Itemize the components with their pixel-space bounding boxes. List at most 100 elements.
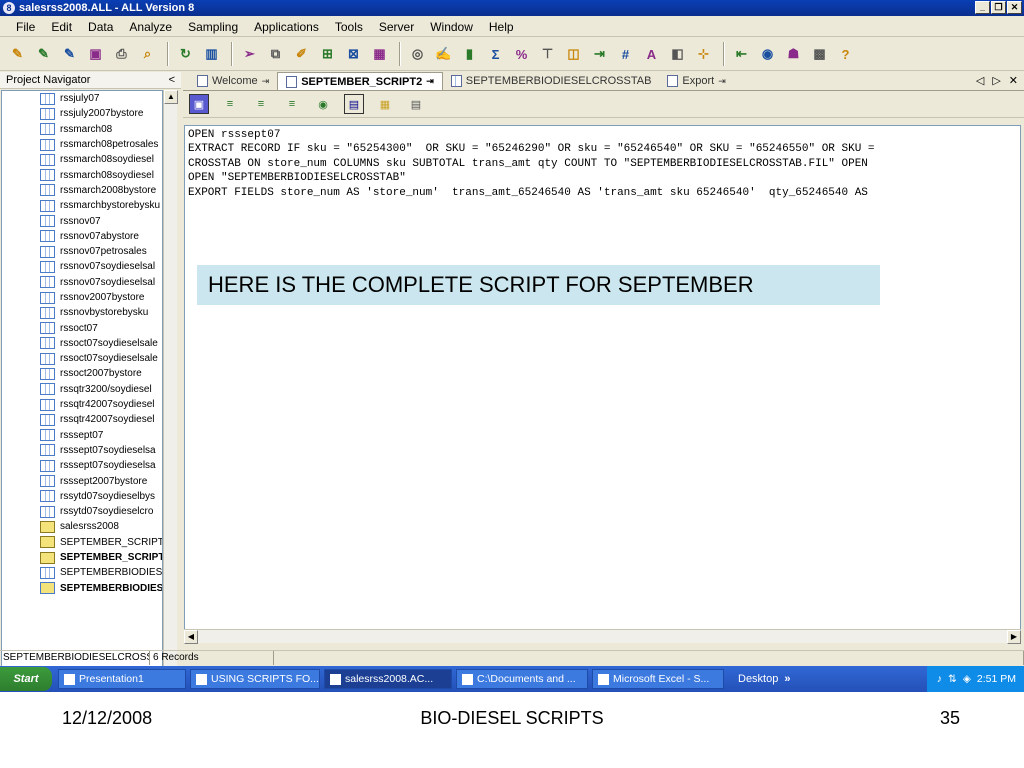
navigator-vertical-scrollbar[interactable]: ▲ ▼ bbox=[163, 90, 178, 680]
clock[interactable]: 2:51 PM bbox=[977, 673, 1016, 685]
save-icon[interactable]: ▣ bbox=[84, 43, 107, 66]
navigator-item[interactable]: rssoct07soydieselsale bbox=[2, 351, 162, 366]
editor-tab[interactable]: SEPTEMBER_SCRIPT2 ⇥ bbox=[277, 72, 443, 90]
percent-icon[interactable]: % bbox=[510, 43, 533, 66]
taskbar-button[interactable]: C:\Documents and ... bbox=[456, 669, 588, 689]
menu-edit[interactable]: Edit bbox=[43, 20, 80, 34]
minimize-button[interactable]: _ bbox=[975, 1, 990, 14]
navigator-item[interactable]: rssmarch08petrosales bbox=[2, 137, 162, 152]
editor-horizontal-scrollbar[interactable]: ◀ ▶ bbox=[184, 629, 1021, 644]
help-icon[interactable]: ? bbox=[834, 43, 857, 66]
letters-icon[interactable]: A bbox=[640, 43, 663, 66]
network-icon[interactable]: ⇅ bbox=[948, 673, 957, 685]
navigator-item[interactable]: rsssept07 bbox=[2, 428, 162, 443]
add-column-icon[interactable]: ⊞ bbox=[316, 43, 339, 66]
taskbar-button[interactable]: Microsoft Excel - S... bbox=[592, 669, 724, 689]
print-icon[interactable]: ⎙ bbox=[110, 43, 133, 66]
navigator-item[interactable]: rssoct07soydieselsale bbox=[2, 336, 162, 351]
insert-script-icon[interactable]: ▦ bbox=[375, 94, 395, 114]
navigator-item[interactable]: rsssept07soydieselsa bbox=[2, 458, 162, 473]
open-script-icon[interactable]: ✎ bbox=[58, 43, 81, 66]
start-button[interactable]: Start bbox=[0, 667, 52, 691]
ocr-icon[interactable]: ◎ bbox=[406, 43, 429, 66]
navigator-item[interactable]: rsssept2007bystore bbox=[2, 473, 162, 488]
menu-tools[interactable]: Tools bbox=[327, 20, 371, 34]
counter-icon[interactable]: ◧ bbox=[666, 43, 689, 66]
taskbar-button[interactable]: Presentation1 bbox=[58, 669, 186, 689]
refresh-icon[interactable]: ↻ bbox=[174, 43, 197, 66]
menu-window[interactable]: Window bbox=[422, 20, 481, 34]
security-icon[interactable]: ◈ bbox=[963, 673, 971, 685]
split-icon[interactable]: ◫ bbox=[562, 43, 585, 66]
navigator-item[interactable]: rssnov07soydieselsal bbox=[2, 259, 162, 274]
tab-next-button[interactable]: ▷ bbox=[992, 74, 1000, 87]
send-icon[interactable]: ➢ bbox=[238, 43, 261, 66]
navigator-collapse-button[interactable]: < bbox=[169, 74, 175, 86]
grid-icon[interactable]: ▦ bbox=[368, 43, 391, 66]
navigator-item[interactable]: rssjuly07 bbox=[2, 91, 162, 106]
tab-prev-button[interactable]: ◁ bbox=[976, 74, 984, 87]
navigator-item[interactable]: SEPTEMBER_SCRIPT bbox=[2, 535, 162, 550]
totals-icon[interactable]: Σ bbox=[484, 43, 507, 66]
pin-icon[interactable]: ⇥ bbox=[718, 76, 726, 87]
align-center-icon[interactable]: ≡ bbox=[251, 94, 271, 114]
navigator-item[interactable]: rssytd07soydieselbys bbox=[2, 489, 162, 504]
chart-icon[interactable]: ▮ bbox=[458, 43, 481, 66]
pin-icon[interactable]: ⇥ bbox=[262, 76, 270, 87]
navigator-item[interactable]: rssmarch08soydiesel bbox=[2, 167, 162, 182]
copy-icon[interactable]: ⧉ bbox=[264, 43, 287, 66]
volume-icon[interactable]: ♪ bbox=[937, 673, 942, 685]
navigator-item[interactable]: rssytd07soydieselcro bbox=[2, 504, 162, 519]
navigator-item[interactable]: SEPTEMBERBIODIESELCROSSTAB bbox=[2, 581, 162, 596]
navigator-item[interactable]: rssnov07soydieselsal bbox=[2, 275, 162, 290]
taskbar-button[interactable]: salesrss2008.AC... bbox=[324, 669, 452, 689]
navigator-item[interactable]: rssmarch2008bystore bbox=[2, 183, 162, 198]
edit-icon[interactable]: ✐ bbox=[290, 43, 313, 66]
insert-text-icon[interactable]: ▤ bbox=[406, 94, 426, 114]
menu-sampling[interactable]: Sampling bbox=[180, 20, 246, 34]
navigator-item[interactable]: rssqtr42007soydiesel bbox=[2, 412, 162, 427]
editor-tab[interactable]: Export ⇥ bbox=[659, 72, 733, 90]
chevron-right-icon[interactable]: » bbox=[784, 673, 790, 685]
align-left-icon[interactable]: ≡ bbox=[220, 94, 240, 114]
desktop-toolbar[interactable]: Desktop bbox=[738, 673, 778, 685]
grid-color-icon[interactable]: ▩ bbox=[808, 43, 831, 66]
navigator-item[interactable]: rssoct2007bystore bbox=[2, 366, 162, 381]
restore-button[interactable]: ❐ bbox=[991, 1, 1006, 14]
scroll-left-button[interactable]: ◀ bbox=[184, 630, 198, 644]
menu-help[interactable]: Help bbox=[481, 20, 522, 34]
editor-tab[interactable]: Welcome ⇥ bbox=[189, 72, 277, 90]
pen-icon[interactable]: ✍ bbox=[432, 43, 455, 66]
scroll-right-button[interactable]: ▶ bbox=[1007, 630, 1021, 644]
navigator-item[interactable]: SEPTEMBER_SCRIPT2 bbox=[2, 550, 162, 565]
run-script-icon[interactable]: ▣ bbox=[189, 94, 209, 114]
numbers-icon[interactable]: # bbox=[614, 43, 637, 66]
navigator-item[interactable]: rssnov2007bystore bbox=[2, 290, 162, 305]
navigator-item[interactable]: rssnov07abystore bbox=[2, 229, 162, 244]
layout-icon[interactable]: ⊤ bbox=[536, 43, 559, 66]
script-editor[interactable]: OPEN rsssept07 EXTRACT RECORD IF sku = "6… bbox=[184, 125, 1021, 630]
table-layout-icon[interactable]: ▥ bbox=[200, 43, 223, 66]
navigator-item[interactable]: rssnov07petrosales bbox=[2, 244, 162, 259]
xy-icon[interactable]: ⊹ bbox=[692, 43, 715, 66]
menu-server[interactable]: Server bbox=[371, 20, 422, 34]
close-button[interactable]: ✕ bbox=[1007, 1, 1022, 14]
navigator-item[interactable]: rssoct07 bbox=[2, 320, 162, 335]
navigator-item[interactable]: SEPTEMBERBIODIESELCROSSTAB bbox=[2, 565, 162, 580]
edit-columns-icon[interactable]: ⊠ bbox=[342, 43, 365, 66]
menu-data[interactable]: Data bbox=[80, 20, 121, 34]
open-table-icon[interactable]: ✎ bbox=[32, 43, 55, 66]
menu-applications[interactable]: Applications bbox=[246, 20, 327, 34]
navigator-item[interactable]: rssqtr3200/soydiesel bbox=[2, 382, 162, 397]
navigator-item[interactable]: rssnovbystorebysku bbox=[2, 305, 162, 320]
command-builder-icon[interactable]: ▤ bbox=[344, 94, 364, 114]
run-icon[interactable]: ◉ bbox=[756, 43, 779, 66]
align-right-icon[interactable]: ≡ bbox=[282, 94, 302, 114]
menu-file[interactable]: File bbox=[8, 20, 43, 34]
script-code[interactable]: OPEN rsssept07 EXTRACT RECORD IF sku = "6… bbox=[185, 126, 1020, 202]
navigator-item[interactable]: rssjuly2007bystore bbox=[2, 106, 162, 121]
navigator-item[interactable]: rssmarch08 bbox=[2, 122, 162, 137]
open-project-icon[interactable]: ✎ bbox=[6, 43, 29, 66]
users-icon[interactable]: ☗ bbox=[782, 43, 805, 66]
navigator-item[interactable]: salesrss2008 bbox=[2, 519, 162, 534]
